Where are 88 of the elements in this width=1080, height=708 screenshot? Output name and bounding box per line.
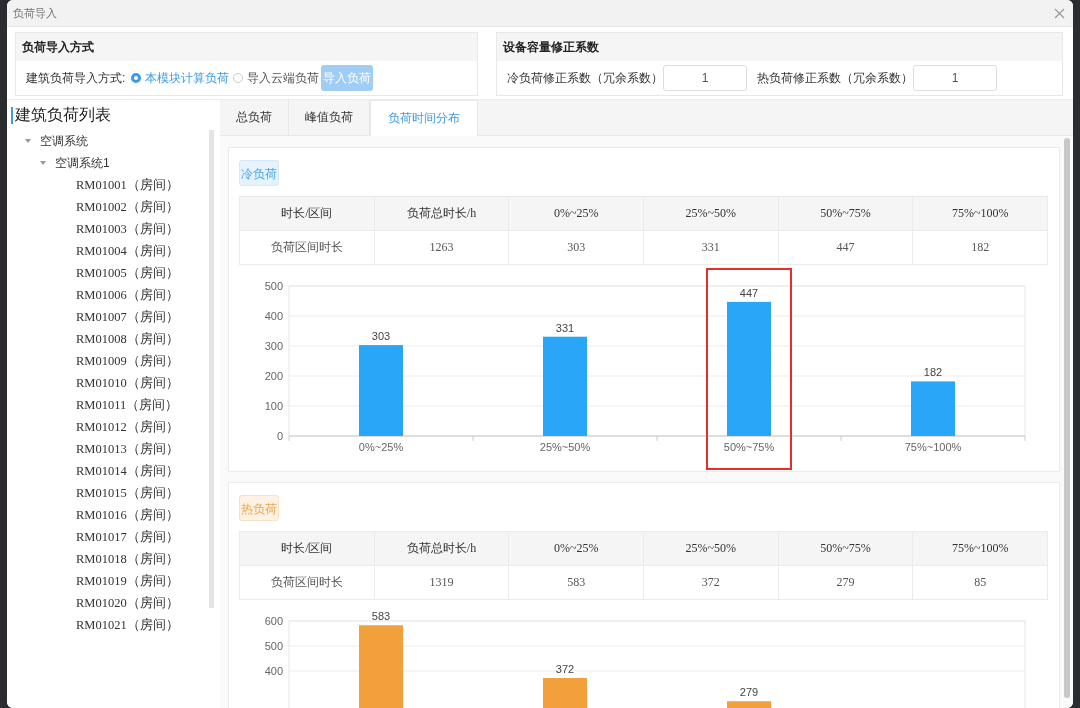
radio-option[interactable]: 导入云端负荷	[229, 69, 320, 87]
field-label: 冷负荷修正系数（冗余系数）	[507, 69, 663, 87]
data-label: 182	[923, 366, 943, 379]
tree-item[interactable]: RM01017（房间）	[70, 528, 179, 546]
data-label: 279	[739, 686, 759, 699]
data-label: 447	[739, 286, 759, 299]
data-label: 331	[555, 321, 575, 334]
tree-item[interactable]: RM01001（房间）	[70, 176, 179, 194]
table-cell: 331	[643, 230, 779, 265]
table-cell: 303	[508, 230, 644, 265]
tree-item[interactable]: RM01006（房间）	[70, 286, 179, 304]
tree-item[interactable]: RM01008（房间）	[70, 330, 179, 348]
table-cell: 85	[912, 565, 1048, 600]
table-cell: 负荷区间时长	[239, 230, 375, 265]
axis-label: 200	[264, 370, 283, 382]
scrollbar[interactable]	[1064, 138, 1070, 698]
table-cell: 1263	[374, 230, 509, 265]
column-header: 时长/区间	[239, 531, 375, 566]
panel-title: 负荷导入方式	[16, 33, 477, 61]
table-cell: 1319	[374, 565, 509, 600]
axis-label: 100	[264, 400, 283, 412]
table-cell: 负荷区间时长	[239, 565, 375, 600]
tree-item[interactable]: RM01015（房间）	[70, 484, 179, 502]
table-cell: 583	[508, 565, 644, 600]
tree-item[interactable]: RM01007（房间）	[70, 308, 179, 326]
tree-item[interactable]: RM01020（房间）	[70, 594, 179, 612]
column-header: 25%~50%	[643, 196, 779, 231]
data-label: 303	[371, 330, 391, 343]
axis-label: 400	[264, 665, 283, 677]
column-header: 负荷总时长/h	[374, 531, 509, 566]
column-header: 75%~100%	[912, 531, 1048, 566]
tree-item[interactable]: RM01013（房间）	[70, 440, 179, 458]
axis-label: 500	[264, 640, 283, 652]
caret-icon[interactable]	[25, 139, 31, 143]
tree-item[interactable]: 空调系统	[40, 132, 88, 150]
tree-item[interactable]: RM01010（房间）	[70, 374, 179, 392]
tree-item[interactable]: RM01005（房间）	[70, 264, 179, 282]
axis-label: 300	[264, 340, 283, 352]
column-header: 25%~50%	[643, 531, 779, 566]
load-tag: 热负荷	[239, 495, 279, 521]
bar	[543, 678, 587, 708]
axis-label: 400	[264, 310, 283, 322]
load-tag: 冷负荷	[239, 160, 279, 186]
axis-label: 75%~100%	[904, 441, 962, 453]
axis-label: 25%~50%	[539, 441, 591, 453]
data-label: 583	[371, 610, 391, 623]
field-label: 热负荷修正系数（冗余系数）	[757, 69, 913, 87]
table-cell: 372	[643, 565, 779, 600]
bar	[911, 381, 955, 436]
axis-label: 0	[276, 430, 283, 442]
axis-label: 600	[264, 615, 283, 627]
table-cell: 447	[778, 230, 913, 265]
bar	[727, 701, 771, 708]
tree-item[interactable]: RM01011（房间）	[70, 396, 179, 414]
column-header: 50%~75%	[778, 196, 913, 231]
table-cell: 182	[912, 230, 1048, 265]
axis-label: 0%~25%	[358, 441, 404, 453]
tab[interactable]: 总负荷	[220, 100, 289, 135]
tree-item[interactable]: RM01014（房间）	[70, 462, 179, 480]
tree-item[interactable]: RM01009（房间）	[70, 352, 179, 370]
tree-item[interactable]: RM01012（房间）	[70, 418, 179, 436]
column-header: 75%~100%	[912, 196, 1048, 231]
tree-item[interactable]: RM01021（房间）	[70, 616, 179, 634]
column-header: 负荷总时长/h	[374, 196, 509, 231]
field-label: 建筑负荷导入方式:	[26, 69, 126, 87]
scrollbar[interactable]	[209, 130, 214, 608]
tree-item[interactable]: 空调系统1	[55, 154, 110, 172]
axis-label: 50%~75%	[723, 441, 775, 453]
panel-title: 建筑负荷列表	[15, 104, 111, 125]
axis-label: 500	[264, 280, 283, 292]
caret-icon[interactable]	[40, 161, 46, 165]
column-header: 50%~75%	[778, 531, 913, 566]
column-header: 时长/区间	[239, 196, 375, 231]
tree-item[interactable]: RM01003（房间）	[70, 220, 179, 238]
close-icon[interactable]	[1054, 7, 1065, 19]
column-header: 0%~25%	[508, 196, 644, 231]
table-cell: 279	[778, 565, 913, 600]
input-field[interactable]: 1	[913, 65, 997, 91]
data-label: 372	[555, 663, 575, 675]
window-title: 负荷导入	[13, 5, 57, 21]
tree-item[interactable]: RM01002（房间）	[70, 198, 179, 216]
column-header: 0%~25%	[508, 531, 644, 566]
tree-item[interactable]: RM01019（房间）	[70, 572, 179, 590]
tree-item[interactable]: RM01018（房间）	[70, 550, 179, 568]
input-field[interactable]: 1	[663, 65, 747, 91]
panel-title: 设备容量修正系数	[497, 33, 1062, 61]
tree-item[interactable]: RM01016（房间）	[70, 506, 179, 524]
tree-item[interactable]: RM01004（房间）	[70, 242, 179, 260]
